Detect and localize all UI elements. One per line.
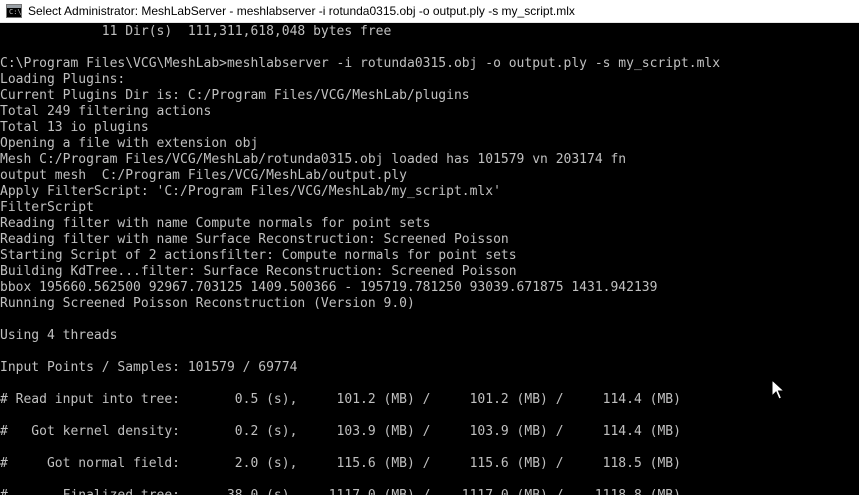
console-line: Reading filter with name Surface Reconst…	[0, 232, 509, 247]
console-line: Apply FilterScript: 'C:/Program Files/VC…	[0, 184, 501, 199]
console-line: Running Screened Poisson Reconstruction …	[0, 296, 415, 311]
console-line: Opening a file with extension obj	[0, 136, 259, 151]
console-line: Starting Script of 2 actionsfilter: Comp…	[0, 248, 517, 263]
console-line: Total 249 filtering actions	[0, 104, 212, 119]
console-line: Reading filter with name Compute normals…	[0, 216, 431, 231]
mouse-pointer-icon	[771, 379, 785, 400]
console-line: Building KdTree...filter: Surface Recons…	[0, 264, 517, 279]
console-line: # Got kernel density: 0.2 (s), 103.9 (MB…	[0, 424, 681, 439]
console-line: # Finalized tree: 38.0 (s), 1117.0 (MB) …	[0, 488, 859, 495]
console-line: C:\Program Files\VCG\MeshLab>meshlabserv…	[0, 56, 721, 71]
console-line: Total 13 io plugins	[0, 120, 149, 135]
console-line: # Read input into tree: 0.5 (s), 101.2 (…	[0, 392, 681, 407]
console-line: # Got normal field: 2.0 (s), 115.6 (MB) …	[0, 456, 681, 471]
cmd-icon[interactable]: C:\	[6, 4, 22, 18]
console-line: bbox 195660.562500 92967.703125 1409.500…	[0, 280, 658, 295]
console-line: 11 Dir(s) 111,311,618,048 bytes free	[0, 24, 392, 39]
console-line: Mesh C:/Program Files/VCG/MeshLab/rotund…	[0, 152, 627, 167]
console-line: Input Points / Samples: 101579 / 69774	[0, 360, 298, 375]
console-line: Using 4 threads	[0, 328, 118, 343]
window-title: Select Administrator: MeshLabServer - me…	[28, 4, 575, 18]
console-line: FilterScript	[0, 200, 94, 215]
console-line: output mesh C:/Program Files/VCG/MeshLab…	[0, 168, 407, 183]
cmd-icon-label: C:\	[9, 8, 22, 16]
console-line: Loading Plugins:	[0, 72, 126, 87]
window-titlebar[interactable]: C:\ Select Administrator: MeshLabServer …	[0, 0, 859, 23]
console-output[interactable]: 11 Dir(s) 111,311,618,048 bytes free C:\P…	[0, 24, 859, 495]
console-line: Current Plugins Dir is: C:/Program Files…	[0, 88, 470, 103]
